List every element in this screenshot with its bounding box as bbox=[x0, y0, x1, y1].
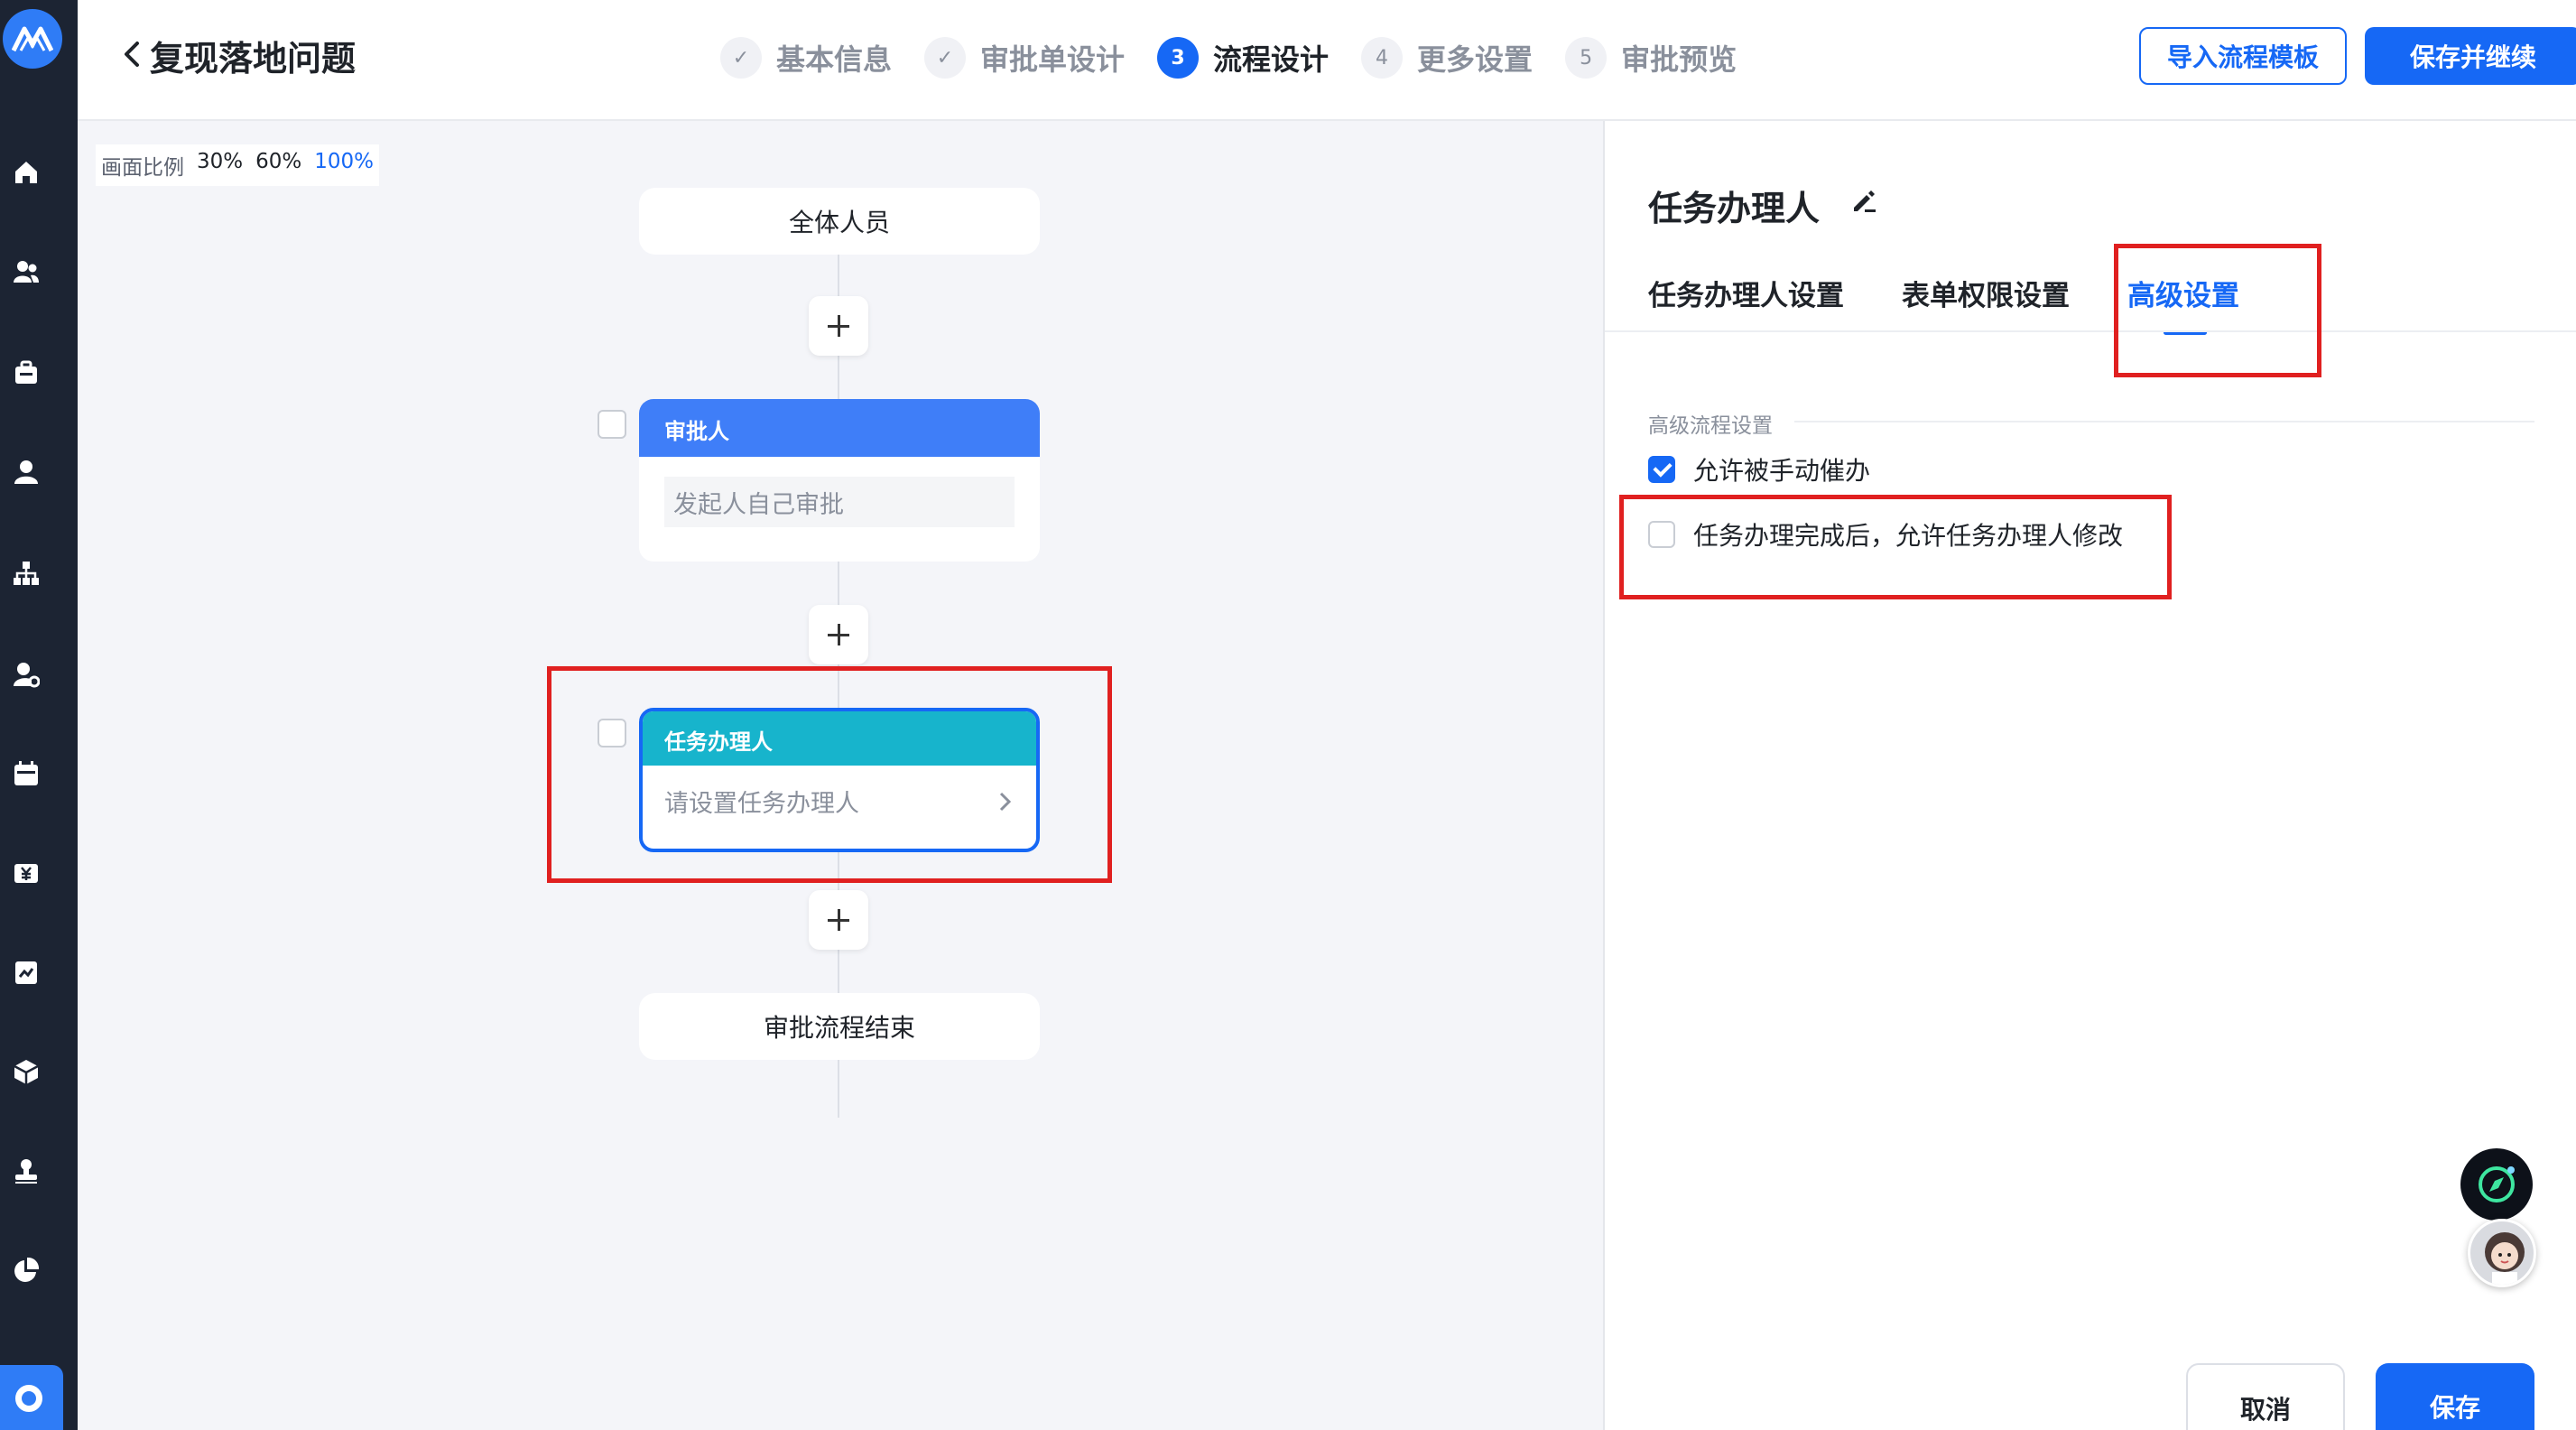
save-continue-button[interactable]: 保存并继续 bbox=[2365, 27, 2576, 85]
step-label: 审批单设计 bbox=[980, 42, 1126, 77]
pie-chart-icon[interactable] bbox=[13, 1257, 40, 1284]
tab-handler-settings[interactable]: 任务办理人设置 bbox=[1648, 273, 1844, 335]
app-logo[interactable] bbox=[3, 9, 62, 69]
zoom-option-60[interactable]: 60% bbox=[255, 150, 301, 181]
step-label: 基本信息 bbox=[776, 42, 893, 77]
import-template-button[interactable]: 导入流程模板 bbox=[2139, 27, 2347, 85]
step-form-design[interactable]: ✓ 审批单设计 bbox=[924, 37, 1125, 79]
report-icon[interactable] bbox=[13, 959, 40, 986]
step-label: 审批预览 bbox=[1621, 42, 1737, 77]
tab-divider bbox=[1605, 330, 2576, 332]
zoom-option-30[interactable]: 30% bbox=[197, 150, 243, 181]
approver-node-value: 发起人自己审批 bbox=[664, 477, 1015, 527]
step-label: 流程设计 bbox=[1213, 42, 1330, 77]
back-icon[interactable] bbox=[114, 36, 150, 72]
org-chart-icon[interactable] bbox=[13, 560, 40, 587]
add-node-button-2[interactable] bbox=[809, 605, 868, 664]
highlight-box-advanced-tab bbox=[2114, 244, 2321, 377]
settings-circle-icon[interactable] bbox=[0, 1365, 63, 1430]
option-label: 允许被手动催办 bbox=[1693, 456, 1871, 486]
user-icon[interactable] bbox=[13, 459, 40, 486]
checkbox-checked[interactable] bbox=[1648, 456, 1675, 483]
step-number: 3 bbox=[1157, 37, 1200, 79]
step-number: 4 bbox=[1361, 37, 1404, 79]
approver-node[interactable]: 审批人 发起人自己审批 bbox=[639, 399, 1040, 562]
package-icon[interactable] bbox=[13, 1058, 40, 1085]
step-check-icon: ✓ bbox=[720, 37, 762, 79]
flow-canvas: 画面比例 30% 60% 100% 全体人员 审批人 发起人自己审批 任务办理人… bbox=[78, 121, 1603, 1430]
calendar-icon[interactable] bbox=[13, 760, 40, 787]
ai-assistant-icon bbox=[2479, 1166, 2515, 1202]
step-process-design[interactable]: 3 流程设计 bbox=[1157, 37, 1329, 79]
end-node[interactable]: 审批流程结束 bbox=[639, 993, 1040, 1060]
cancel-button[interactable]: 取消 bbox=[2186, 1363, 2345, 1430]
zoom-label: 画面比例 bbox=[101, 156, 184, 180]
home-icon[interactable] bbox=[13, 159, 40, 186]
step-basic-info[interactable]: ✓ 基本信息 bbox=[720, 37, 892, 79]
start-node[interactable]: 全体人员 bbox=[639, 188, 1040, 255]
section-label: 高级流程设置 bbox=[1648, 414, 1773, 438]
briefcase-icon[interactable] bbox=[13, 359, 40, 386]
section-divider bbox=[1794, 421, 2534, 422]
left-rail bbox=[0, 0, 78, 1430]
highlight-box-task-node bbox=[547, 666, 1112, 883]
step-indicator: ✓ 基本信息 ✓ 审批单设计 3 流程设计 4 更多设置 5 审批预览 bbox=[720, 32, 1769, 83]
approver-node-title: 审批人 bbox=[639, 399, 1040, 457]
save-button[interactable]: 保存 bbox=[2376, 1363, 2534, 1430]
step-more-settings[interactable]: 4 更多设置 bbox=[1361, 37, 1533, 79]
finance-icon[interactable] bbox=[13, 859, 40, 887]
option-allow-manual-urge[interactable]: 允许被手动催办 bbox=[1648, 451, 1870, 488]
step-label: 更多设置 bbox=[1417, 42, 1534, 77]
add-node-button-3[interactable] bbox=[809, 890, 868, 950]
user-settings-icon[interactable] bbox=[13, 661, 40, 688]
add-node-button-1[interactable] bbox=[809, 296, 868, 356]
users-icon[interactable] bbox=[13, 258, 40, 285]
step-number: 5 bbox=[1565, 37, 1608, 79]
zoom-control: 画面比例 30% 60% 100% bbox=[96, 144, 380, 186]
node-settings-panel: 任务办理人 任务办理人设置 表单权限设置 高级设置 高级流程设置 允许被手动催办… bbox=[1603, 121, 2576, 1430]
step-check-icon: ✓ bbox=[924, 37, 967, 79]
ai-assistant-button[interactable] bbox=[2460, 1148, 2533, 1221]
tab-form-permissions[interactable]: 表单权限设置 bbox=[1902, 273, 2070, 335]
zoom-option-100[interactable]: 100% bbox=[314, 150, 374, 181]
avatar-icon bbox=[2485, 1232, 2525, 1285]
highlight-box-modify-option bbox=[1619, 495, 2172, 599]
stamp-icon[interactable] bbox=[13, 1157, 40, 1184]
step-preview[interactable]: 5 审批预览 bbox=[1565, 37, 1737, 79]
edit-icon[interactable] bbox=[1849, 186, 1879, 217]
approver-node-checkbox[interactable] bbox=[598, 410, 626, 439]
top-header: 复现落地问题 ✓ 基本信息 ✓ 审批单设计 3 流程设计 4 更多设置 5 审批… bbox=[78, 0, 2576, 121]
support-avatar[interactable] bbox=[2468, 1219, 2536, 1287]
page-title: 复现落地问题 bbox=[150, 39, 357, 79]
panel-title: 任务办理人 bbox=[1648, 189, 1821, 228]
